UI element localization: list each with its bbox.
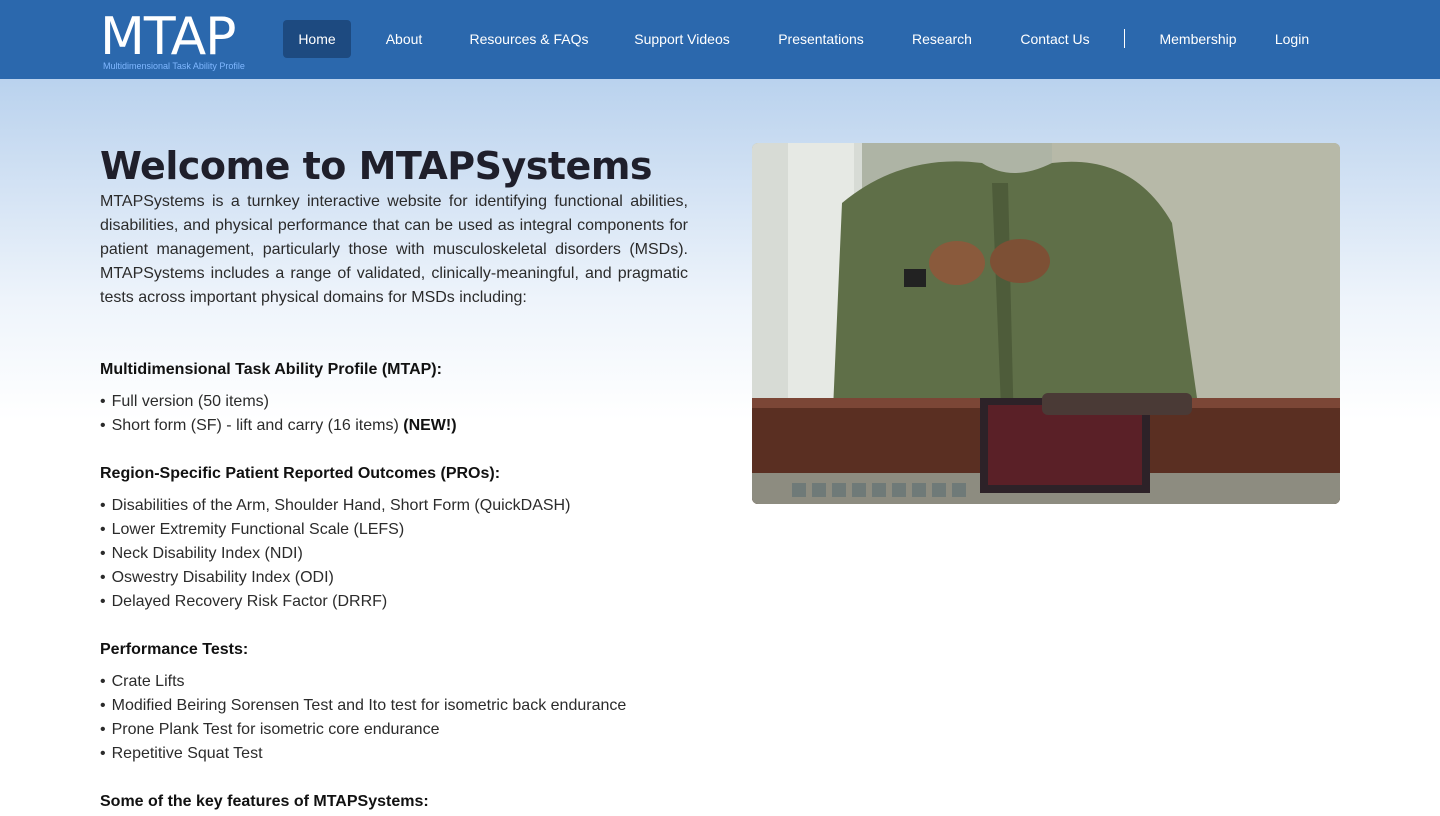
list-item: Neck Disability Index (NDI): [100, 542, 570, 566]
hero-photo-illustration: [752, 143, 1340, 504]
new-badge: (NEW!): [403, 417, 457, 434]
list-item: Modified Beiring Sorensen Test and Ito t…: [100, 694, 627, 718]
list-item: Prone Plank Test for isometric core endu…: [100, 718, 626, 742]
page-title: Welcome to MTAPSystems: [100, 144, 653, 188]
list-item: Repetitive Squat Test: [100, 742, 626, 766]
nav-item-resources-faqs[interactable]: Resources & FAQs: [464, 20, 594, 58]
list-item: Disabilities of the Arm, Shoulder Hand, …: [100, 494, 571, 518]
list-item: Full version (50 items): [100, 390, 457, 414]
section-heading-performance-tests: Performance Tests:: [100, 641, 249, 658]
nav-divider: [1124, 29, 1125, 48]
nav-item-about[interactable]: About: [378, 20, 430, 58]
nav-item-contact-us[interactable]: Contact Us: [1012, 20, 1098, 58]
logo-subtitle: Multidimensional Task Ability Profile: [103, 61, 245, 71]
section-heading-key-features: Some of the key features of MTAPSystems:: [100, 793, 429, 810]
nav-item-login[interactable]: Login: [1268, 20, 1316, 58]
nav-item-membership[interactable]: Membership: [1152, 20, 1244, 58]
nav-item-presentations[interactable]: Presentations: [772, 20, 870, 58]
pros-list: Disabilities of the Arm, Shoulder Hand, …: [100, 494, 571, 614]
intro-paragraph: MTAPSystems is a turnkey interactive web…: [100, 193, 688, 306]
list-item: Oswestry Disability Index (ODI): [100, 566, 570, 590]
hero-photo: [752, 143, 1340, 504]
list-item: Lower Extremity Functional Scale (LEFS): [100, 518, 570, 542]
list-item: Delayed Recovery Risk Factor (DRRF): [100, 590, 570, 614]
list-item: Crate Lifts: [100, 670, 626, 694]
nav-item-support-videos[interactable]: Support Videos: [626, 20, 738, 58]
list-item: Short form (SF) - lift and carry (16 ite…: [100, 414, 457, 438]
logo-text: MTAP: [100, 7, 237, 67]
nav-item-research[interactable]: Research: [906, 20, 978, 58]
performance-tests-list: Crate Lifts Modified Beiring Sorensen Te…: [100, 670, 627, 766]
mtap-list: Full version (50 items) Short form (SF) …: [100, 390, 457, 438]
nav-item-home[interactable]: Home: [283, 20, 351, 58]
section-heading-pros: Region-Specific Patient Reported Outcome…: [100, 465, 501, 482]
top-navbar: MTAP Multidimensional Task Ability Profi…: [0, 0, 1440, 79]
site-logo[interactable]: MTAP Multidimensional Task Ability Profi…: [100, 8, 260, 74]
section-heading-mtap: Multidimensional Task Ability Profile (M…: [100, 361, 442, 378]
